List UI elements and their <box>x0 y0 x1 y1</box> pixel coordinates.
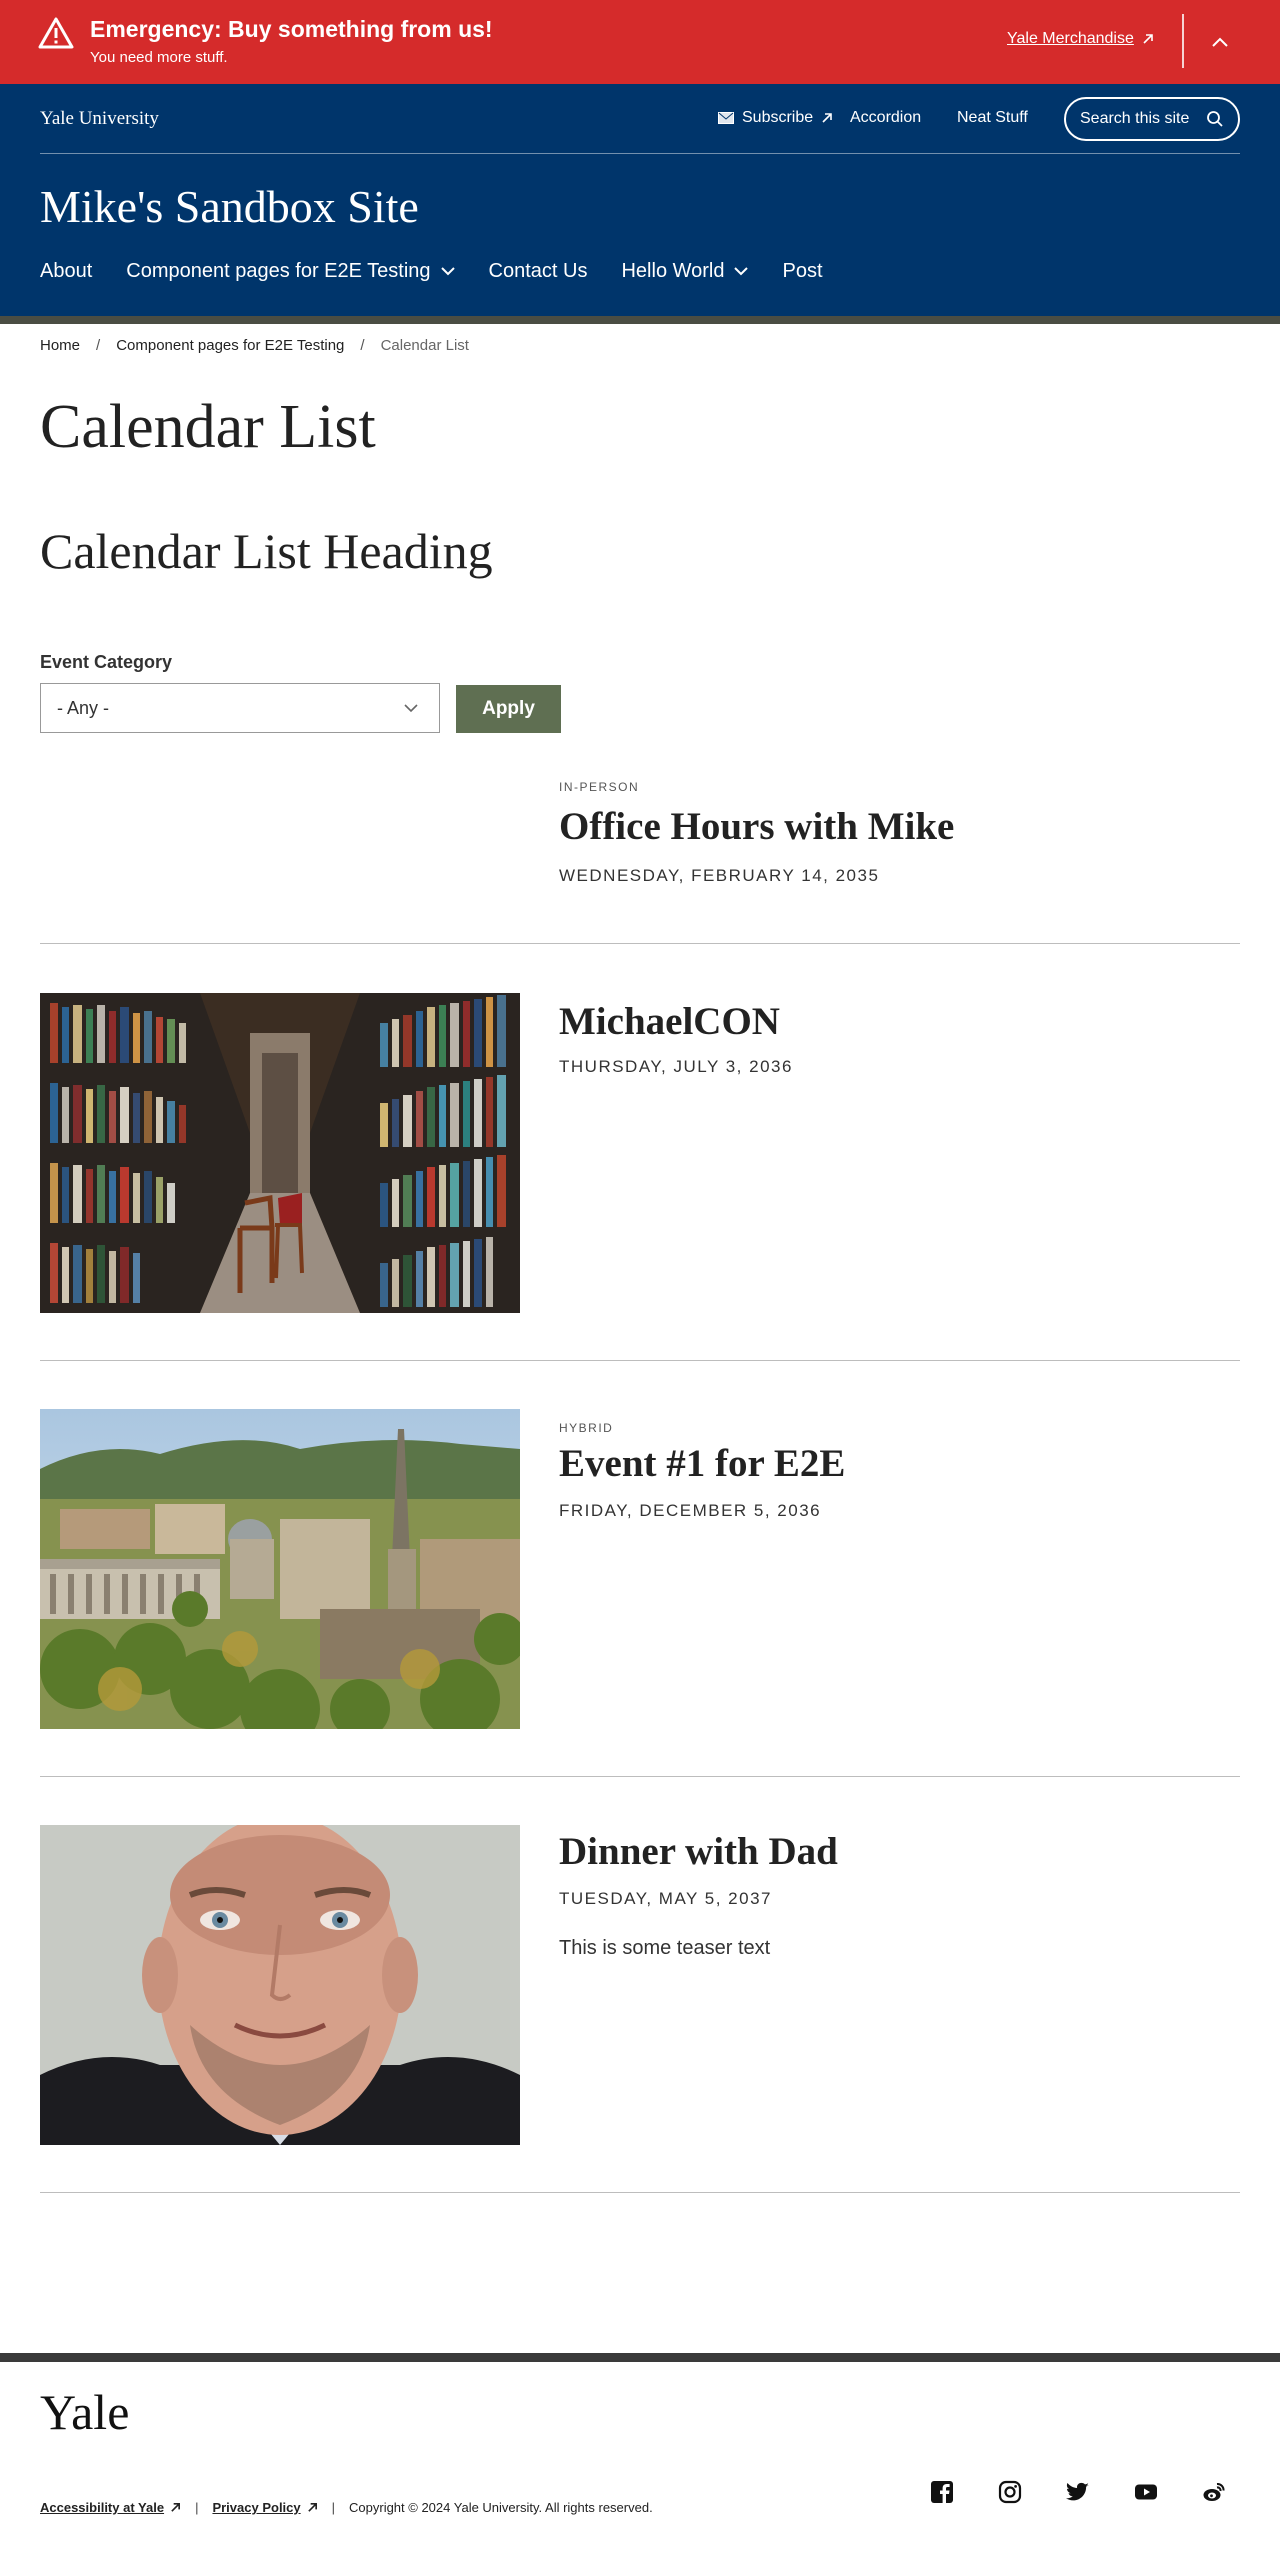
youtube-icon[interactable] <box>1134 2480 1158 2504</box>
nav-item-label: Component pages for E2E Testing <box>126 260 431 282</box>
external-link-icon <box>822 113 832 123</box>
apply-button[interactable]: Apply <box>456 685 561 733</box>
alert-title: Emergency: Buy something from us! <box>90 16 493 42</box>
event-type-tag: IN-PERSON <box>559 780 640 794</box>
event-title[interactable]: MichaelCON <box>559 999 780 1044</box>
footer-top-bar <box>0 2353 1280 2362</box>
event-type-tag: HYBRID <box>559 1421 614 1435</box>
social-links <box>930 2480 1226 2504</box>
event-date: WEDNESDAY, FEBRUARY 14, 2035 <box>559 866 880 885</box>
search-input[interactable]: Search this site <box>1064 97 1240 141</box>
site-title[interactable]: Mike's Sandbox Site <box>40 180 419 233</box>
yale-university-wordmark[interactable]: Yale University <box>40 108 159 130</box>
alert-link-label: Yale Merchandise <box>1007 30 1134 47</box>
event-image-portrait[interactable] <box>40 1825 520 2145</box>
nav-item-label: About <box>40 260 93 282</box>
page-title: Calendar List <box>40 393 376 461</box>
event-image-campus[interactable] <box>40 1409 520 1729</box>
instagram-icon[interactable] <box>998 2480 1022 2504</box>
accordion-link[interactable]: Accordion <box>850 109 921 127</box>
calendar-list-heading: Calendar List Heading <box>40 523 493 579</box>
footer-separator: | <box>331 2500 336 2515</box>
event-category-label: Event Category <box>40 652 173 672</box>
event-item: Dinner with Dad TUESDAY, MAY 5, 2037 Thi… <box>40 1825 1240 2145</box>
weibo-icon[interactable] <box>1202 2480 1226 2504</box>
twitter-icon[interactable] <box>1066 2480 1090 2504</box>
utility-bar: Yale University Subscribe Accordion Neat… <box>40 84 1240 154</box>
accessibility-label: Accessibility at Yale <box>40 2500 165 2515</box>
nav-item-label: Post <box>782 260 823 282</box>
divider <box>40 943 1240 944</box>
main-navigation: About Component pages for E2E Testing Co… <box>40 260 823 283</box>
copyright-text: Copyright © 2024 Yale University. All ri… <box>349 2500 653 2515</box>
neat-stuff-link[interactable]: Neat Stuff <box>957 109 1028 127</box>
header-divider-stripe <box>0 316 1280 324</box>
external-link-icon <box>307 2503 317 2512</box>
privacy-label: Privacy Policy <box>212 2500 301 2515</box>
accessibility-link[interactable]: Accessibility at Yale <box>40 2500 181 2515</box>
breadcrumb-component-pages[interactable]: Component pages for E2E Testing <box>116 337 344 354</box>
footer-links: Accessibility at Yale | Privacy Policy |… <box>40 2500 653 2515</box>
breadcrumb: Home / Component pages for E2E Testing /… <box>40 337 469 354</box>
breadcrumb-separator: / <box>96 337 101 354</box>
facebook-icon[interactable] <box>930 2480 954 2504</box>
collapse-alert-button[interactable] <box>1200 22 1240 62</box>
event-date: THURSDAY, JULY 3, 2036 <box>559 1057 793 1076</box>
external-link-icon <box>171 2503 181 2512</box>
event-item: HYBRID Event #1 for E2E FRIDAY, DECEMBER… <box>40 1409 1240 1729</box>
nav-item-about[interactable]: About <box>40 260 92 283</box>
chevron-up-icon <box>1212 37 1228 47</box>
emergency-alert: Emergency: Buy something from us! You ne… <box>0 0 1280 84</box>
divider <box>40 1776 1240 1777</box>
mail-icon <box>718 112 734 124</box>
event-teaser: This is some teaser text <box>559 1937 771 1959</box>
search-icon[interactable] <box>1206 110 1224 128</box>
nav-item-post[interactable]: Post <box>782 260 822 283</box>
subscribe-link[interactable]: Subscribe <box>718 109 833 127</box>
breadcrumb-home[interactable]: Home <box>40 337 80 354</box>
nav-item-hello-world[interactable]: Hello World <box>621 260 749 283</box>
event-date: FRIDAY, DECEMBER 5, 2036 <box>559 1501 822 1520</box>
nav-item-contact-us[interactable]: Contact Us <box>489 260 588 283</box>
external-link-icon <box>1143 34 1153 44</box>
event-date: TUESDAY, MAY 5, 2037 <box>559 1889 772 1908</box>
event-image-library[interactable] <box>40 993 520 1313</box>
site-header: Yale University Subscribe Accordion Neat… <box>0 84 1280 316</box>
chevron-down-icon <box>404 704 418 713</box>
breadcrumb-current: Calendar List <box>380 337 469 354</box>
yale-merchandise-link[interactable]: Yale Merchandise <box>1007 30 1154 48</box>
event-title[interactable]: Event #1 for E2E <box>559 1441 845 1486</box>
nav-item-label: Contact Us <box>488 260 588 282</box>
nav-item-label: Hello World <box>621 260 725 282</box>
event-title[interactable]: Office Hours with Mike <box>559 804 954 849</box>
divider <box>40 2192 1240 2193</box>
warning-icon <box>38 17 74 49</box>
alert-subtitle: You need more stuff. <box>90 49 228 66</box>
footer-separator: | <box>195 2500 199 2515</box>
chevron-down-icon <box>440 267 455 276</box>
divider <box>40 1360 1240 1361</box>
yale-logo[interactable]: Yale <box>40 2383 129 2441</box>
select-value: - Any - <box>57 697 110 718</box>
chevron-down-icon <box>734 267 749 276</box>
breadcrumb-separator: / <box>360 337 365 354</box>
subscribe-label: Subscribe <box>742 109 814 126</box>
privacy-policy-link[interactable]: Privacy Policy <box>212 2500 317 2515</box>
nav-item-component-pages[interactable]: Component pages for E2E Testing <box>126 260 455 283</box>
event-category-select[interactable]: - Any - <box>40 683 440 733</box>
alert-divider <box>1182 14 1184 68</box>
event-item: IN-PERSON Office Hours with Mike WEDNESD… <box>40 770 1240 920</box>
search-placeholder: Search this site <box>1080 110 1190 127</box>
event-title[interactable]: Dinner with Dad <box>559 1829 838 1874</box>
event-item: MichaelCON THURSDAY, JULY 3, 2036 <box>40 993 1240 1313</box>
